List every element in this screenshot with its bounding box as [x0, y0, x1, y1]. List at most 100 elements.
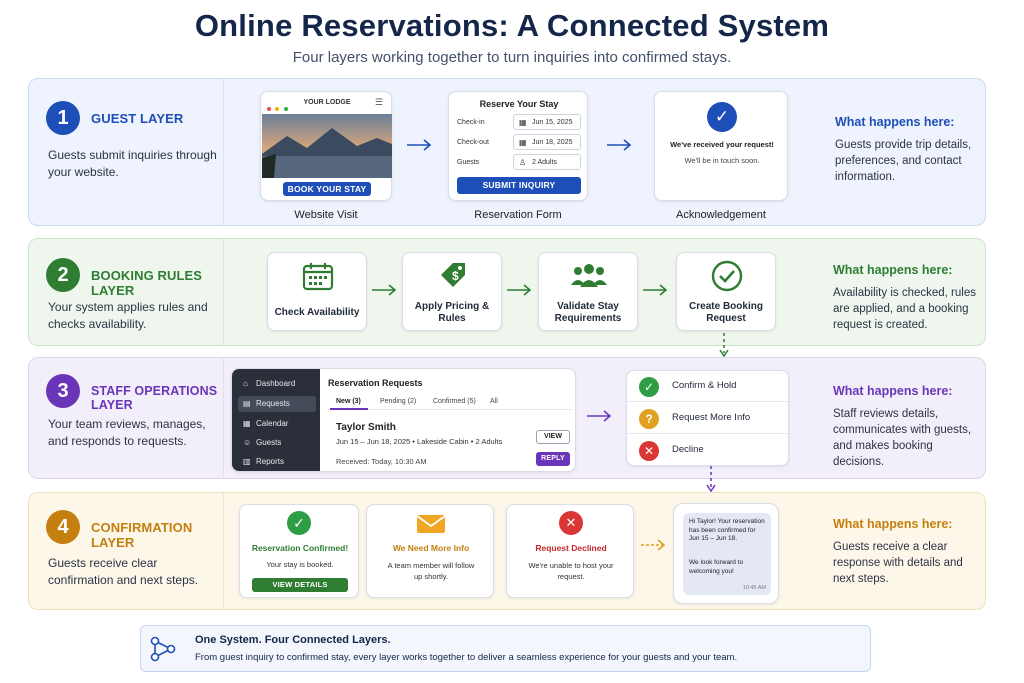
decision-options: ✓ Confirm & Hold ? Request More Info ✕ D…: [626, 370, 789, 466]
option-request-info[interactable]: ? Request More Info: [627, 403, 788, 434]
submit-inquiry-button[interactable]: SUBMIT INQUIRY: [457, 177, 581, 194]
option-label: Confirm & Hold: [672, 380, 737, 391]
sidebar-item-requests[interactable]: ▤ Requests: [238, 396, 316, 412]
flow-arrow: [587, 410, 612, 422]
what-happens-text: Staff reviews details, communicates with…: [833, 408, 972, 468]
guests-field[interactable]: ♙ 2 Adults: [513, 154, 581, 170]
received-time: Received: Today, 10:30 AM: [336, 457, 427, 466]
layer-number-badge: 4: [46, 510, 80, 544]
confirmation-layer: 4 CONFIRMATION LAYER Guests receive clea…: [28, 492, 986, 610]
sidebar-item-reports[interactable]: ▥ Reports: [238, 454, 316, 470]
phone-message: Hi Taylor! Your reservation has been con…: [673, 503, 779, 604]
flow-connector: [706, 466, 716, 493]
what-happens-text: Availability is checked, rules are appli…: [833, 287, 976, 331]
footer-text: From guest inquiry to confirmed stay, ev…: [195, 652, 738, 663]
option-confirm-hold[interactable]: ✓ Confirm & Hold: [627, 371, 788, 402]
view-button[interactable]: VIEW: [536, 430, 570, 444]
checkout-label: Check-out: [457, 139, 489, 146]
layer-description: Your system applies rules and checks ava…: [48, 300, 208, 331]
option-label: Decline: [672, 444, 704, 455]
reply-button[interactable]: REPLY: [536, 452, 570, 466]
check-circle-icon: ✓: [639, 377, 659, 397]
step-create-booking: Create Booking Request: [676, 252, 776, 331]
booking-rules-layer: 2 BOOKING RULES LAYER Your system applie…: [28, 238, 986, 346]
what-happens-heading: What happens here:: [833, 517, 953, 531]
step-label: Validate Stay Requirements: [554, 301, 622, 324]
panel-title: Reservation Requests: [328, 378, 423, 388]
option-label: Request More Info: [672, 412, 751, 423]
declined-text: We're unable to host your request.: [528, 561, 614, 581]
svg-text:$: $: [452, 269, 459, 283]
checkout-value: Jun 18, 2025: [532, 139, 573, 146]
website-mockup: YOUR LODGE ☰ BOOK YOUR STAY: [260, 91, 392, 201]
reservation-form: Reserve Your Stay Check-in ▦ Jun 15, 202…: [448, 91, 588, 201]
step-label: Create Booking Request: [689, 301, 763, 324]
option-decline[interactable]: ✕ Decline: [627, 435, 788, 465]
what-happens-text: Guests receive a clear response with det…: [833, 541, 963, 585]
step-check-availability: Check Availability: [267, 252, 367, 331]
staff-dashboard: ⌂ Dashboard ▤ Requests ▦ Calendar ☺ Guests ▥…: [231, 368, 576, 472]
layer-number-badge: 2: [46, 258, 80, 292]
people-icon: [571, 264, 607, 287]
layer-number-badge: 1: [46, 101, 80, 135]
site-logo: YOUR LODGE: [303, 99, 351, 106]
flow-arrow: [407, 139, 432, 151]
website-visit-caption: Website Visit: [294, 209, 358, 221]
checkin-label: Check-in: [457, 119, 485, 126]
checkin-field[interactable]: ▦ Jun 15, 2025: [513, 114, 581, 130]
more-info-card: We Need More Info A team member will fol…: [366, 504, 494, 598]
calendar-icon: ▦: [519, 138, 527, 147]
flow-arrow: [372, 284, 397, 296]
what-happens-heading: What happens here:: [833, 263, 953, 277]
guest-layer: 1 GUEST LAYER Guests submit inquiries th…: [28, 78, 986, 226]
person-icon: ♙: [519, 158, 527, 167]
flow-arrow: [641, 539, 666, 551]
calendar-icon: ▦: [243, 419, 251, 428]
guests-label: Guests: [457, 159, 480, 166]
step-validate-requirements: Validate Stay Requirements: [538, 252, 638, 331]
more-info-text: A team member will follow up shortly.: [387, 561, 475, 581]
layer-name: STAFF OPERATIONS LAYER: [91, 384, 218, 412]
sidebar-item-dashboard[interactable]: ⌂ Dashboard: [238, 376, 316, 392]
layer-name: CONFIRMATION LAYER: [91, 520, 193, 550]
book-your-stay-button[interactable]: BOOK YOUR STAY: [283, 182, 371, 196]
guest-name: Taylor Smith: [336, 422, 396, 433]
reservation-form-caption: Reservation Form: [474, 209, 562, 221]
checkout-field[interactable]: ▦ Jun 18, 2025: [513, 134, 581, 150]
message-closing: We look forward to welcoming you!: [689, 559, 744, 575]
checkin-value: Jun 15, 2025: [532, 119, 573, 126]
tab-new[interactable]: New (3): [336, 398, 361, 405]
what-happens-heading: What happens here:: [835, 115, 955, 129]
envelope-icon: [416, 515, 446, 533]
check-circle-icon: [711, 260, 743, 292]
network-icon: [150, 636, 176, 662]
close-icon: ✕: [559, 511, 583, 535]
menu-icon[interactable]: ☰: [375, 97, 383, 108]
sidebar-item-calendar[interactable]: ▦ Calendar: [238, 416, 316, 432]
declined-title: Request Declined: [535, 543, 607, 553]
calendar-icon: ▦: [519, 118, 527, 127]
confirmed-card: ✓ Reservation Confirmed! Your stay is bo…: [239, 504, 359, 598]
declined-card: ✕ Request Declined We're unable to host …: [506, 504, 634, 598]
sidebar-item-guests[interactable]: ☺ Guests: [238, 435, 316, 451]
request-details: Jun 15 – Jun 18, 2025 • Lakeside Cabin •…: [336, 437, 503, 446]
price-tag-icon: $: [441, 263, 465, 287]
layer-description: Guests receive clear confirmation and ne…: [48, 556, 199, 587]
tab-all[interactable]: All: [490, 398, 498, 405]
flow-connector: [719, 333, 729, 358]
layer-number-badge: 3: [46, 374, 80, 408]
tab-pending[interactable]: Pending (2): [380, 398, 416, 405]
flow-arrow: [607, 139, 632, 151]
check-circle-icon: ✓: [707, 102, 737, 132]
what-happens-heading: What happens here:: [833, 384, 953, 398]
page-subtitle: Four layers working together to turn inq…: [292, 49, 732, 66]
active-tab-indicator: [330, 408, 368, 410]
view-details-button[interactable]: VIEW DETAILS: [252, 578, 348, 592]
layer-description: Guests submit inquiries through your web…: [48, 148, 217, 179]
message-time: 10:45 AM: [742, 585, 766, 591]
staff-operations-layer: 3 STAFF OPERATIONS LAYER Your team revie…: [28, 357, 986, 479]
step-apply-pricing: $ Apply Pricing & Rules: [402, 252, 502, 331]
message-bubble: Hi Taylor! Your reservation has been con…: [683, 513, 771, 595]
message-text: Hi Taylor! Your reservation has been con…: [689, 518, 765, 542]
tab-confirmed[interactable]: Confirmed (5): [433, 398, 476, 405]
